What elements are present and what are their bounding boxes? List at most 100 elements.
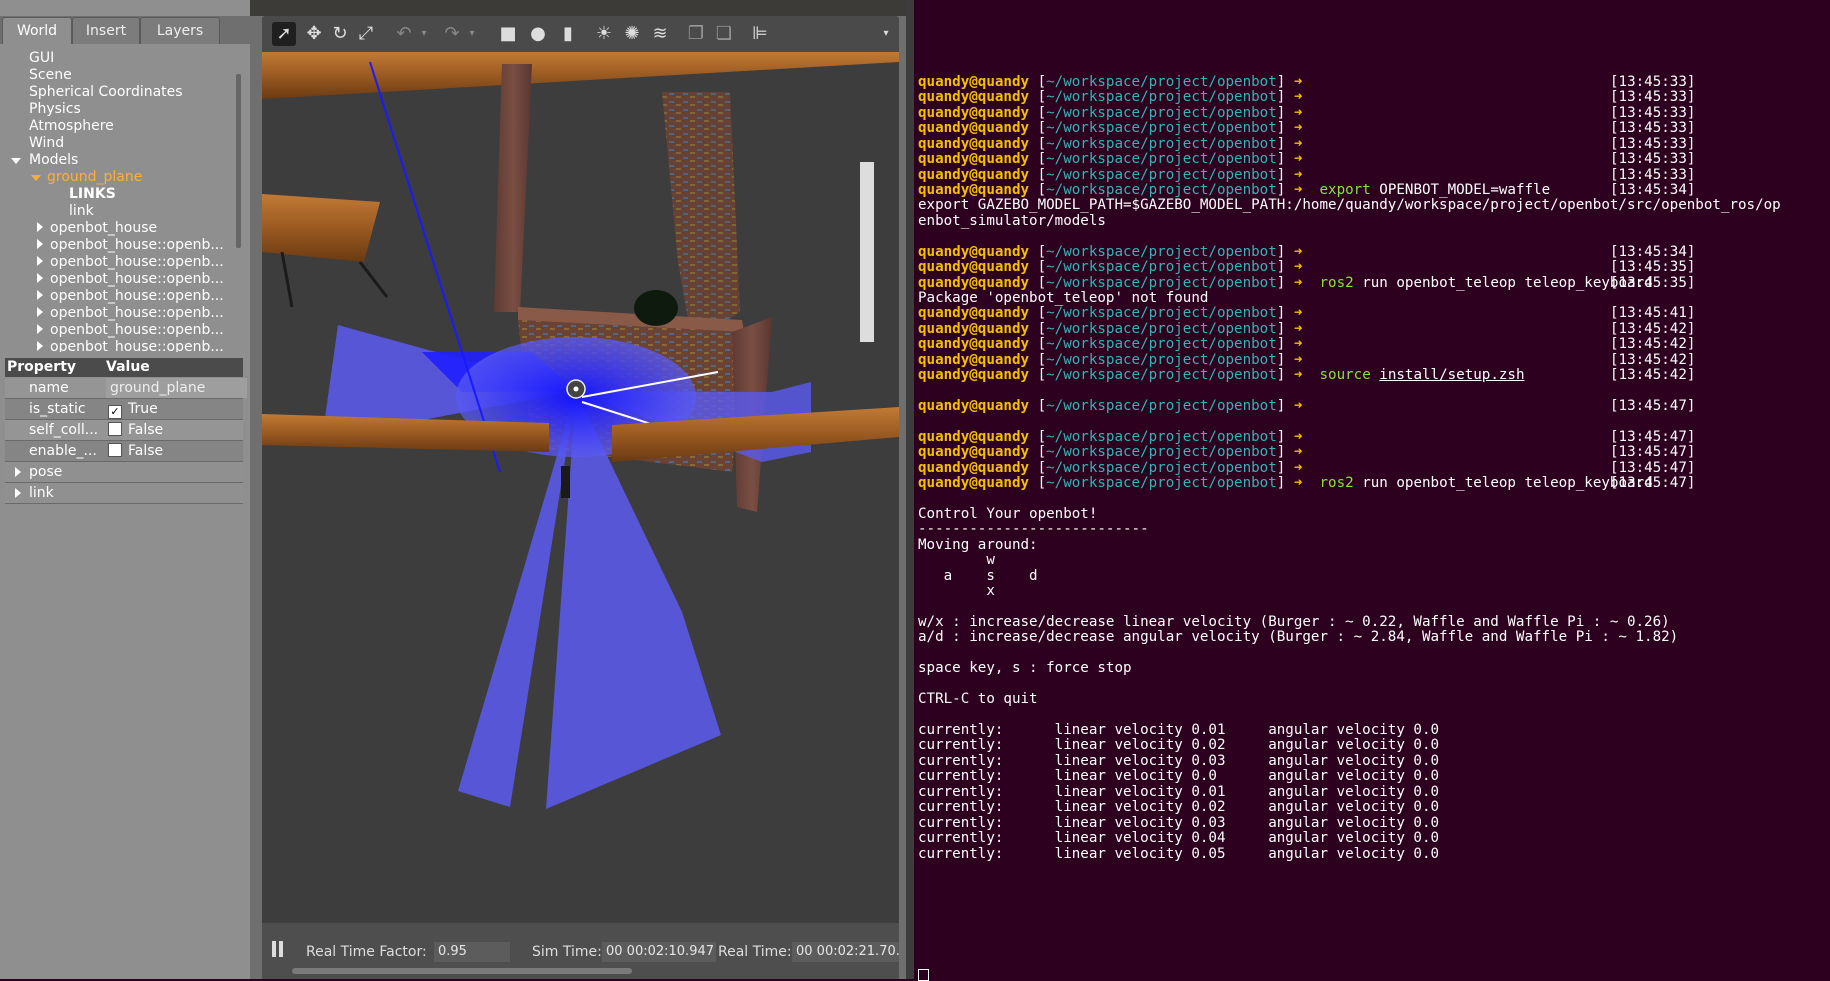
collapsed-arrow-icon[interactable] <box>37 222 43 232</box>
collapsed-arrow-icon[interactable] <box>37 239 43 249</box>
point-light-icon[interactable]: ☀ <box>592 22 616 46</box>
tree-scrollbar[interactable] <box>236 74 241 248</box>
tree-item-model-7[interactable]: openbot_house::openb... <box>37 339 224 352</box>
tree-item-model-5[interactable]: openbot_house::openb... <box>37 305 224 322</box>
tree-item-model-2[interactable]: openbot_house::openb... <box>37 254 224 271</box>
sim-time-value: 00 00:02:10.947 <box>602 942 716 962</box>
tree-item-model-4[interactable]: openbot_house::openb... <box>37 288 224 305</box>
property-row-enable-wind: enable_... False <box>5 441 243 462</box>
collapsed-arrow-icon[interactable] <box>15 488 21 498</box>
expand-arrow-icon[interactable] <box>11 158 21 164</box>
white-panel <box>860 162 874 342</box>
property-name: is_static <box>29 401 86 417</box>
tree-item-model-3[interactable]: openbot_house::openb... <box>37 271 224 288</box>
chevron-down-icon[interactable]: ▾ <box>460 22 484 46</box>
tree-item-spherical-coordinates[interactable]: Spherical Coordinates <box>29 84 183 101</box>
property-header-label: Property <box>7 359 77 375</box>
horizontal-scrollbar[interactable] <box>292 968 632 974</box>
collapsed-arrow-icon[interactable] <box>37 307 43 317</box>
tree-item-atmosphere[interactable]: Atmosphere <box>29 118 114 135</box>
box-shape-icon[interactable]: ■ <box>496 22 520 46</box>
rtf-label: Real Time Factor: <box>306 944 427 960</box>
chevron-down-icon[interactable]: ▾ <box>874 22 898 46</box>
expand-arrow-icon[interactable] <box>31 175 41 181</box>
copy-icon[interactable]: ❐ <box>684 22 708 46</box>
tree-item-link[interactable]: link <box>69 203 94 220</box>
viewport-toolbar: ➚ ✥ ↻ ⤢ ↶ ▾ ↷ ▾ ■ ● ▮ ☀ ✺ ≋ ❐ ❏ ⊫ ▾ <box>262 16 899 52</box>
collapsed-arrow-icon[interactable] <box>15 467 21 477</box>
prompt-user: quandy@quandy <box>918 398 1030 415</box>
command-args: run openbot_teleop teleop_keyboard <box>1353 475 1653 492</box>
tree-item-scene[interactable]: Scene <box>29 67 72 84</box>
tree-item-model-0[interactable]: openbot_house <box>37 220 157 237</box>
terminal-prompt-line: quandy@quandy [~/workspace/project/openb… <box>918 397 1695 415</box>
property-value[interactable]: False <box>108 441 163 461</box>
command-path-arg: install/setup.zsh <box>1379 367 1525 384</box>
gazebo-left-panel: World Insert Layers GUI Scene Spherical … <box>0 0 250 979</box>
rotate-icon[interactable]: ↻ <box>328 22 352 46</box>
value-header-label: Value <box>106 359 150 375</box>
checkbox-icon[interactable] <box>108 422 122 436</box>
models-label: Models <box>29 152 79 168</box>
prompt-timestamp: [13:45:35] <box>1610 274 1696 291</box>
tree-item-models[interactable]: Models <box>11 152 78 169</box>
prompt-bracket: ] <box>1276 367 1294 384</box>
model-label: openbot_house::openb... <box>50 339 224 352</box>
tree-item-wind[interactable]: Wind <box>29 135 64 152</box>
terminal-text-line: x <box>918 583 995 600</box>
cylinder-shape-icon[interactable]: ▮ <box>556 22 580 46</box>
terminal-text-line: enbot_simulator/models <box>918 212 1106 229</box>
directional-light-icon[interactable]: ≋ <box>648 22 672 46</box>
checkbox-checked-icon[interactable]: ✓ <box>108 405 122 419</box>
tree-item-gui[interactable]: GUI <box>29 50 54 67</box>
property-value[interactable]: ground_plane <box>106 378 247 398</box>
model-label: openbot_house::openb... <box>50 237 224 253</box>
sphere-shape-icon[interactable]: ● <box>526 22 550 46</box>
scale-icon[interactable]: ⤢ <box>354 22 378 46</box>
collapsed-arrow-icon[interactable] <box>37 324 43 334</box>
pane-splitter[interactable] <box>906 0 914 979</box>
align-icon[interactable]: ⊫ <box>748 22 772 46</box>
model-label: openbot_house::openb... <box>50 322 224 338</box>
checkbox-icon[interactable] <box>108 443 122 457</box>
tree-item-ground-plane[interactable]: ground_plane <box>31 169 142 186</box>
model-label: openbot_house <box>50 220 158 236</box>
command-args: run openbot_teleop teleop_keyboard <box>1353 274 1653 291</box>
dark-object <box>634 290 678 326</box>
pause-icon[interactable] <box>272 941 276 957</box>
property-name: name <box>29 380 69 396</box>
chevron-down-icon[interactable]: ▾ <box>412 22 436 46</box>
group-label: pose <box>29 464 63 480</box>
model-label: openbot_house::openb... <box>50 288 224 304</box>
property-group-link[interactable]: link <box>5 483 243 504</box>
collapsed-arrow-icon[interactable] <box>37 256 43 266</box>
tree-item-links: LINKS <box>69 186 116 202</box>
property-value[interactable]: ✓ True <box>108 399 158 419</box>
simulation-status-bar: Real Time Factor: 0.95 Sim Time: 00 00:0… <box>262 923 899 979</box>
spot-light-icon[interactable]: ✺ <box>620 22 644 46</box>
property-value[interactable]: False <box>108 420 163 440</box>
tab-insert[interactable]: Insert <box>72 17 140 44</box>
collapsed-arrow-icon[interactable] <box>37 290 43 300</box>
prompt-bracket: ] <box>1276 475 1294 492</box>
collapsed-arrow-icon[interactable] <box>37 341 43 351</box>
command-name: ros2 <box>1319 475 1354 492</box>
terminal-window[interactable]: quandy@quandy [~/workspace/project/openb… <box>914 0 1830 981</box>
3d-scene[interactable] <box>262 52 899 923</box>
select-arrow-icon[interactable]: ➚ <box>272 22 296 46</box>
tab-world[interactable]: World <box>2 17 72 44</box>
tree-item-model-6[interactable]: openbot_house::openb... <box>37 322 224 339</box>
translate-icon[interactable]: ✥ <box>302 22 326 46</box>
property-group-pose[interactable]: pose <box>5 462 243 483</box>
tree-item-model-1[interactable]: openbot_house::openb... <box>37 237 224 254</box>
paste-icon[interactable]: ❏ <box>712 22 736 46</box>
command-name: source <box>1319 367 1371 384</box>
tab-layers[interactable]: Layers <box>140 17 220 44</box>
collapsed-arrow-icon[interactable] <box>37 273 43 283</box>
checkbox-label: False <box>128 422 164 438</box>
terminal-prompt-line: quandy@quandy [~/workspace/project/openb… <box>918 474 1695 492</box>
tree-item-physics[interactable]: Physics <box>29 101 81 118</box>
group-label: link <box>29 485 54 501</box>
